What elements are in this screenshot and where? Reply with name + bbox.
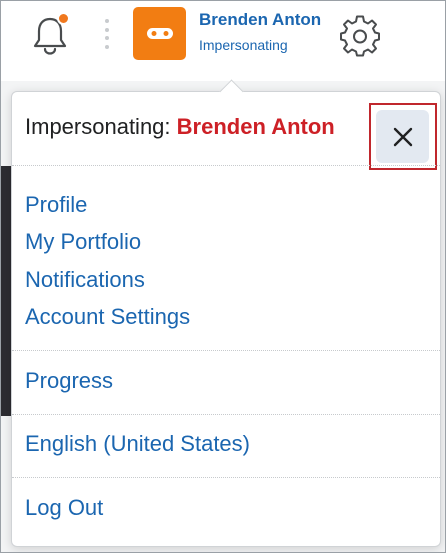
- impersonating-header: Impersonating: Brenden Anton: [25, 114, 335, 140]
- my-portfolio-link[interactable]: My Portfolio: [25, 229, 141, 255]
- log-out-link[interactable]: Log Out: [25, 495, 103, 521]
- menu-divider: [12, 477, 440, 478]
- notification-dot: [57, 12, 70, 25]
- language-link[interactable]: English (United States): [25, 431, 250, 457]
- progress-link[interactable]: Progress: [25, 368, 113, 394]
- background-content-strip: [1, 166, 11, 416]
- dropdown-caret: [219, 79, 244, 104]
- account-settings-link[interactable]: Account Settings: [25, 304, 190, 330]
- stop-impersonating-button[interactable]: [376, 110, 429, 163]
- gear-icon[interactable]: [339, 15, 381, 57]
- notifications-link[interactable]: Notifications: [25, 267, 145, 293]
- menu-divider: [12, 350, 440, 351]
- impersonating-label: Impersonating:: [25, 114, 171, 139]
- menu-divider: [12, 165, 440, 166]
- kebab-icon[interactable]: [104, 19, 110, 49]
- close-icon: [392, 126, 414, 148]
- profile-link[interactable]: Profile: [25, 192, 87, 218]
- menu-divider: [12, 414, 440, 415]
- impersonated-user-name: Brenden Anton: [176, 114, 335, 139]
- screenshot-frame: Brenden Anton Impersonating Impersonatin…: [0, 0, 446, 553]
- user-role: Impersonating: [199, 37, 288, 53]
- mask-icon[interactable]: [133, 7, 186, 60]
- top-navbar: Brenden Anton Impersonating: [1, 1, 445, 81]
- user-name[interactable]: Brenden Anton: [199, 10, 321, 30]
- user-menu-dropdown: Impersonating: Brenden Anton Profile My …: [11, 79, 441, 547]
